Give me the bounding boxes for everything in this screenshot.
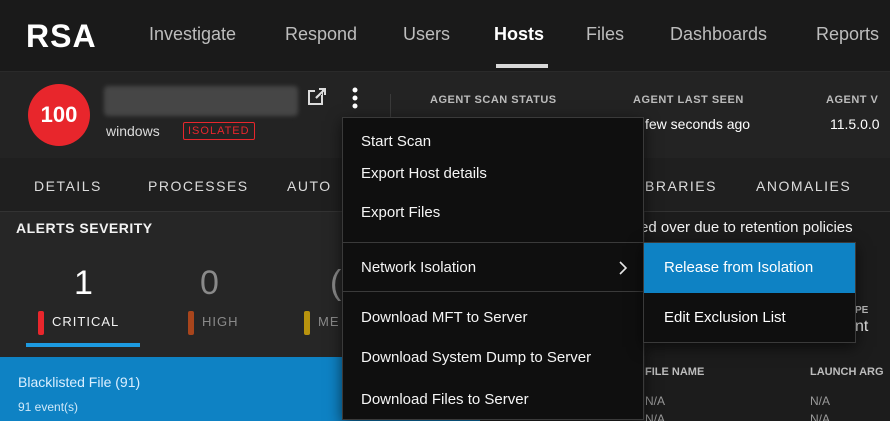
high-marker (188, 311, 194, 335)
menu-item-start-scan[interactable]: Start Scan (361, 133, 431, 150)
agent-version-value: 11.5.0.0 (830, 116, 880, 132)
nav-active-underline (496, 64, 548, 68)
medium-label[interactable]: ME (318, 314, 340, 329)
nav-reports[interactable]: Reports (816, 24, 879, 45)
agent-last-seen-value: few seconds ago (645, 116, 751, 132)
menu-item-export-files[interactable]: Export Files (361, 204, 440, 221)
top-nav: RSA Investigate Respond Users Hosts File… (0, 0, 890, 72)
panel-title: ALERTS SEVERITY (16, 220, 153, 236)
tab-autoruns[interactable]: AUTO (287, 178, 332, 194)
agent-scan-status-label: AGENT SCAN STATUS (430, 94, 557, 106)
host-os: windows (106, 123, 160, 139)
high-count[interactable]: 0 (200, 264, 219, 303)
medium-count[interactable]: ( (330, 264, 341, 303)
cell-file-name-2: N/A (645, 412, 666, 421)
cell-launch-args: N/A (810, 394, 831, 408)
nav-hosts[interactable]: Hosts (494, 24, 544, 45)
menu-item-network-isolation[interactable]: Network Isolation (361, 259, 476, 276)
retention-notice: ed over due to retention policies (640, 219, 853, 236)
menu-item-download-files[interactable]: Download Files to Server (361, 391, 529, 408)
col-launch-args[interactable]: LAUNCH ARG (810, 366, 884, 378)
menu-item-download-system-dump[interactable]: Download System Dump to Server (361, 349, 591, 366)
nav-respond[interactable]: Respond (285, 24, 357, 45)
chevron-right-icon (619, 261, 628, 275)
menu-item-download-mft[interactable]: Download MFT to Server (361, 309, 527, 326)
tab-libraries[interactable]: BRARIES (645, 178, 717, 194)
agent-version-label: AGENT V (826, 94, 879, 106)
alert-item-title: Blacklisted File (91) (18, 374, 141, 390)
tab-anomalies[interactable]: ANOMALIES (756, 178, 851, 194)
tab-details[interactable]: DETAILS (34, 178, 102, 194)
menu-divider (343, 291, 643, 292)
host-name-redacted (104, 86, 298, 116)
cell-launch-args-2: N/A (810, 412, 831, 421)
network-isolation-submenu: Release from Isolation Edit Exclusion Li… (643, 242, 856, 343)
tab-processes[interactable]: PROCESSES (148, 178, 249, 194)
submenu-item-release-from-isolation[interactable]: Release from Isolation (664, 259, 813, 276)
critical-count[interactable]: 1 (74, 264, 93, 303)
alert-item-subtitle: 91 event(s) (18, 400, 79, 414)
nav-investigate[interactable]: Investigate (149, 24, 236, 45)
agent-last-seen-label: AGENT LAST SEEN (633, 94, 744, 106)
host-actions-menu: Start Scan Export Host details Export Fi… (342, 117, 644, 420)
external-link-icon[interactable] (306, 86, 328, 108)
nav-users[interactable]: Users (403, 24, 450, 45)
rsa-logo[interactable]: RSA (26, 18, 97, 55)
menu-item-export-host-details[interactable]: Export Host details (361, 165, 487, 182)
submenu-item-edit-exclusion-list[interactable]: Edit Exclusion List (664, 309, 786, 326)
status-badge: ISOLATED (183, 122, 255, 140)
risk-score-badge: 100 (28, 84, 90, 146)
menu-divider (343, 242, 643, 243)
kebab-menu-icon[interactable] (348, 86, 362, 110)
critical-selected-underline (26, 343, 140, 347)
nav-files[interactable]: Files (586, 24, 624, 45)
critical-marker (38, 311, 44, 335)
nav-dashboards[interactable]: Dashboards (670, 24, 767, 45)
high-label[interactable]: HIGH (202, 314, 239, 329)
col-file-name[interactable]: FILE NAME (645, 366, 704, 378)
cell-file-name: N/A (645, 394, 666, 408)
type-value-fragment: nt (855, 318, 869, 335)
critical-label[interactable]: CRITICAL (52, 314, 119, 329)
medium-marker (304, 311, 310, 335)
type-header-fragment: PE (855, 305, 869, 316)
